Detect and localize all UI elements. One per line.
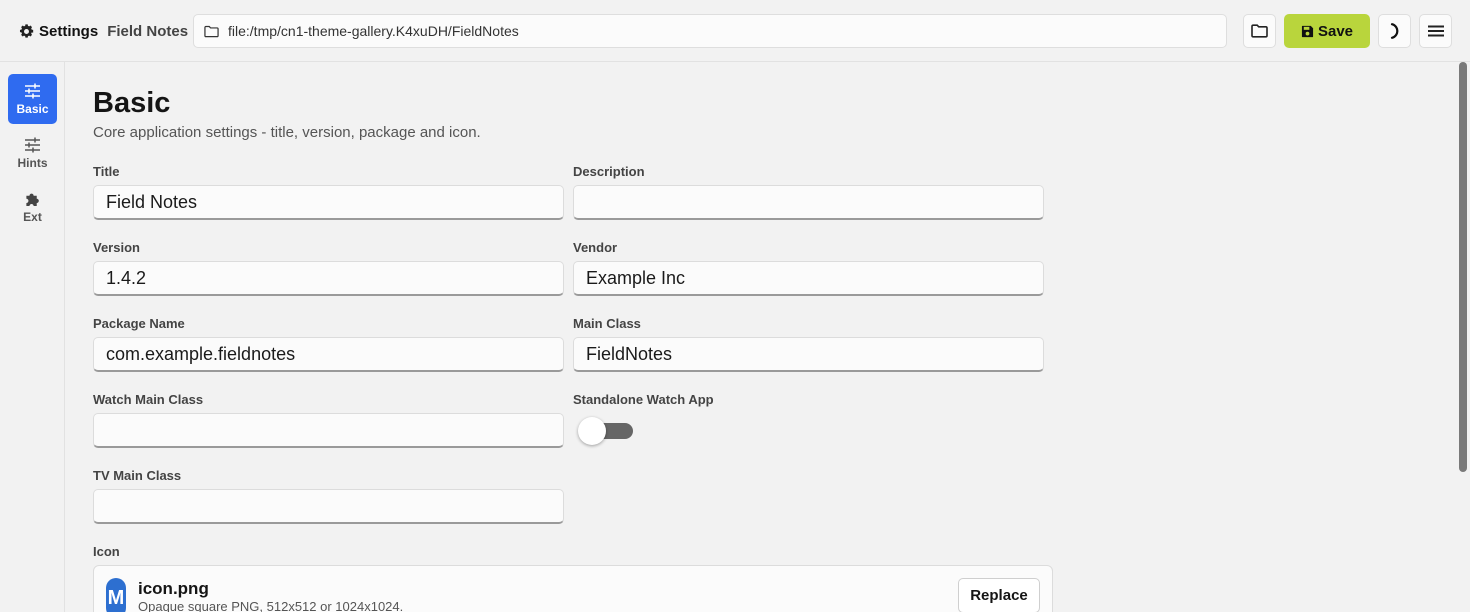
icon-hint: Opaque square PNG, 512x512 or 1024x1024.	[138, 599, 404, 612]
replace-icon-button[interactable]: Replace	[958, 578, 1040, 612]
open-folder-icon	[1251, 24, 1268, 38]
save-label: Save	[1317, 22, 1354, 40]
project-path-field[interactable]: file:/tmp/cn1-theme-gallery.K4xuDH/Field…	[193, 14, 1227, 48]
brand: Settings Field Notes	[18, 20, 188, 42]
icon-card: M icon.png Opaque square PNG, 512x512 or…	[93, 565, 1053, 612]
tv-main-class-field[interactable]	[93, 489, 564, 524]
vendor-label: Vendor	[573, 240, 618, 255]
title-label: Title	[93, 164, 120, 179]
main-class-field[interactable]: FieldNotes	[573, 337, 1044, 372]
sliders-icon	[25, 137, 40, 152]
vendor-field[interactable]: Example Inc	[573, 261, 1044, 296]
version-field[interactable]: 1.4.2	[93, 261, 564, 296]
title-field[interactable]: Field Notes	[93, 185, 564, 220]
page-subtitle: Core application settings - title, versi…	[93, 124, 481, 141]
sliders-icon	[25, 83, 40, 98]
watch-main-class-label: Watch Main Class	[93, 392, 204, 407]
sidebar-item-hints[interactable]: Hints	[8, 128, 57, 178]
version-label: Version	[93, 240, 140, 255]
icon-label: Icon	[93, 544, 120, 559]
project-path: file:/tmp/cn1-theme-gallery.K4xuDH/Field…	[228, 23, 519, 39]
package-name-field[interactable]: com.example.fieldnotes	[93, 337, 564, 372]
app-icon-thumbnail: M	[106, 578, 126, 612]
toggle-knob	[578, 417, 606, 445]
main-class-label: Main Class	[573, 316, 641, 331]
puzzle-icon	[26, 193, 39, 206]
sidebar-item-basic[interactable]: Basic	[8, 74, 57, 124]
scrollbar[interactable]	[1457, 62, 1470, 612]
theme-toggle-icon	[1390, 23, 1398, 39]
package-name-label: Package Name	[93, 316, 185, 331]
scrollbar-thumb[interactable]	[1459, 62, 1467, 472]
standalone-watch-app-toggle[interactable]	[578, 417, 634, 445]
standalone-watch-app-label: Standalone Watch App	[573, 392, 714, 407]
tv-main-class-label: TV Main Class	[93, 468, 182, 483]
sidebar-item-label: Hints	[17, 155, 48, 170]
folder-icon	[204, 25, 219, 37]
settings-label: Settings	[39, 22, 99, 40]
open-folder-button[interactable]	[1243, 14, 1276, 48]
project-name: Field Notes	[107, 22, 189, 40]
description-label: Description	[573, 164, 645, 179]
settings-panel: Basic Core application settings - title,…	[65, 62, 1457, 612]
sidebar-item-ext[interactable]: Ext	[8, 182, 57, 232]
theme-toggle-button[interactable]	[1378, 14, 1411, 48]
top-bar: Settings Field Notes file:/tmp/cn1-theme…	[0, 0, 1470, 62]
menu-icon	[1427, 25, 1444, 37]
menu-button[interactable]	[1419, 14, 1452, 48]
sidebar-item-label: Ext	[23, 209, 42, 224]
page-title: Basic	[93, 87, 171, 119]
icon-filename: icon.png	[138, 579, 209, 598]
sidebar: Basic Hints Ext	[0, 62, 65, 612]
save-button[interactable]: Save	[1284, 14, 1370, 48]
watch-main-class-field[interactable]	[93, 413, 564, 448]
gear-icon	[19, 23, 34, 38]
sidebar-item-label: Basic	[16, 101, 49, 116]
save-icon	[1301, 25, 1314, 37]
description-field[interactable]	[573, 185, 1044, 220]
